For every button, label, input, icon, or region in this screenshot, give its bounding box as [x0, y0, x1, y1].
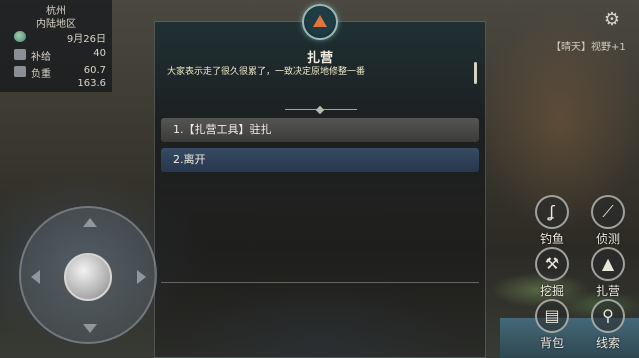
fishing-hook-icon: ʆ [535, 195, 569, 229]
dialog-scrollbar[interactable] [474, 62, 477, 84]
scout-icon: ⟋ [591, 195, 625, 229]
supply-icon [14, 49, 26, 60]
joystick-knob[interactable] [64, 253, 112, 301]
arrow-left-icon [31, 270, 40, 284]
magnifier-icon: ⚲ [591, 299, 625, 333]
camp-label: 扎营 [595, 284, 620, 298]
tent-icon [313, 15, 327, 27]
arrow-right-icon [137, 270, 146, 284]
weight-icon [14, 66, 26, 77]
shovel-icon: ⚒ [535, 247, 569, 281]
clue-label: 线索 [595, 336, 620, 350]
fish-label: 钓鱼 [539, 232, 564, 246]
dig-label: 挖掘 [539, 284, 564, 298]
camp-button[interactable]: ▲ 扎营 [588, 247, 628, 299]
option-camp[interactable]: 1.【扎营工具】驻扎 [161, 118, 479, 142]
fish-button[interactable]: ʆ 钓鱼 [532, 195, 572, 247]
scout-button[interactable]: ⟋ 侦测 [588, 195, 628, 247]
dialog-description: 大家表示走了很久很累了，一致决定原地修整一番 [167, 67, 366, 77]
supply-label: 补给 [31, 52, 51, 63]
backpack-label: 背包 [539, 336, 564, 350]
weather-status: 【晴天】视野+1 [551, 42, 626, 53]
backpack-button[interactable]: ▤ 背包 [532, 299, 572, 351]
date-value: 9月26日 [66, 34, 106, 45]
status-panel: 杭州 内陆地区 9月26日 补给 40 负重 60.7 163.6 [0, 0, 112, 92]
load-row: 负重 60.7 [14, 65, 108, 80]
tent-icon: ▲ [591, 247, 625, 281]
dialog-divider-bottom [161, 282, 479, 283]
dialog-emblem [302, 4, 338, 40]
date-row: 9月26日 [14, 30, 108, 45]
option-leave[interactable]: 2.离开 [161, 148, 479, 172]
supply-value: 40 [93, 48, 106, 59]
load-capacity: 163.6 [77, 78, 106, 89]
region-name: 内陆地区 [36, 19, 76, 30]
arrow-up-icon [83, 218, 97, 227]
camp-dialog: 扎营 大家表示走了很久很累了，一致决定原地修整一番 1.【扎营工具】驻扎 2.离… [154, 4, 486, 358]
load-value: 60.7 [83, 65, 106, 76]
ornament-divider [285, 107, 357, 113]
backpack-icon: ▤ [535, 299, 569, 333]
dig-button[interactable]: ⚒ 挖掘 [532, 247, 572, 299]
arrow-down-icon [83, 324, 97, 333]
clue-button[interactable]: ⚲ 线索 [588, 299, 628, 351]
globe-icon [14, 31, 26, 42]
scout-label: 侦测 [595, 232, 620, 246]
supply-row: 补给 40 [14, 48, 108, 63]
load-capacity-row: 163.6 [14, 78, 108, 91]
gear-icon[interactable]: ⚙ [602, 10, 622, 30]
